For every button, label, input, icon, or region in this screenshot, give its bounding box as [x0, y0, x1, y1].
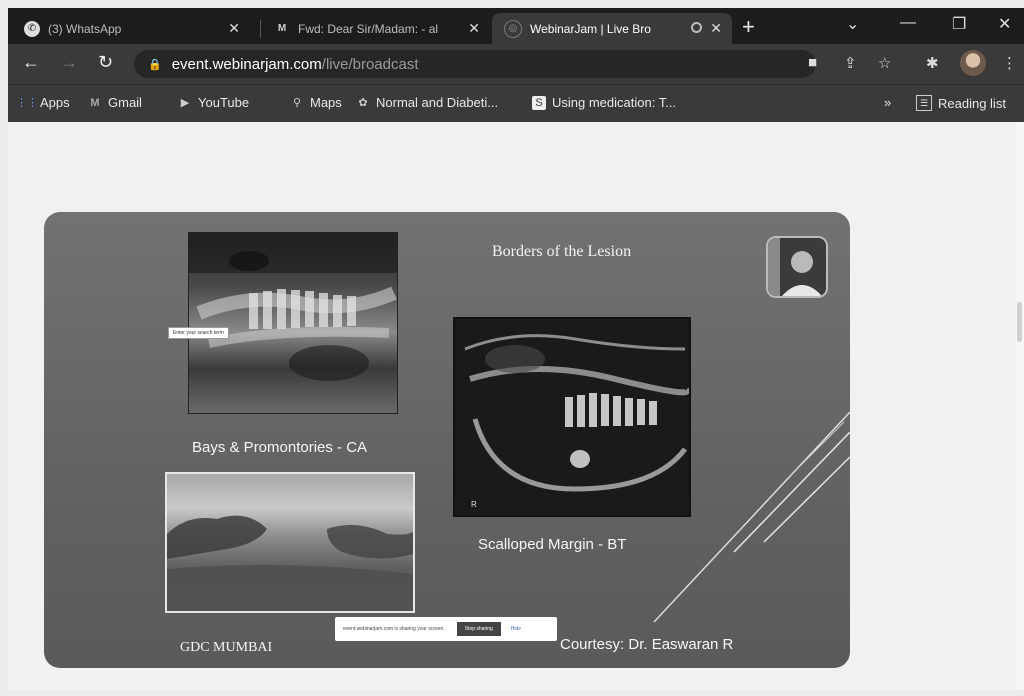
tab-title: Fwd: Dear Sir/Madam: - al [298, 21, 439, 36]
bookmark-label: Using medication: T... [552, 95, 677, 110]
share-icon[interactable]: ⇪ [844, 54, 857, 72]
bookmark-gmail[interactable]: M Gmail [88, 95, 142, 110]
coastline-photo [165, 472, 415, 613]
gmail-icon: M [277, 23, 287, 34]
tab-strip: ✆ (3) WhatsApp ✕ M Fwd: Dear Sir/Madam: … [8, 8, 1024, 44]
menu-kebab-icon[interactable]: ⋮ [1002, 54, 1017, 72]
camera-icon[interactable]: ■ [808, 54, 817, 71]
presenter-video-graphic [768, 238, 826, 296]
tab-gmail[interactable]: M Fwd: Dear Sir/Madam: - al ✕ [262, 13, 490, 44]
site-icon: S [532, 95, 546, 110]
bookmark-apps[interactable]: ⋮⋮ Apps [16, 95, 70, 110]
url-text: event.webinarjam.com/live/broadcast [172, 56, 419, 73]
profile-avatar[interactable] [960, 50, 986, 76]
footer-courtesy: Courtesy: Dr. Easwaran R [560, 636, 734, 653]
scrollbar-thumb[interactable] [1017, 302, 1022, 342]
close-icon[interactable]: ✕ [468, 20, 480, 37]
footer-gdc-mumbai: GDC MUMBAI [180, 640, 273, 655]
browser-chrome: ✆ (3) WhatsApp ✕ M Fwd: Dear Sir/Madam: … [8, 8, 1024, 123]
stop-sharing-button[interactable]: Stop sharing [456, 622, 501, 636]
apps-grid-icon: ⋮⋮ [16, 97, 38, 109]
search-tooltip: Enter your search term [168, 327, 229, 339]
share-message: event.webinarjam.com is sharing your scr… [343, 626, 445, 632]
bookmark-label: Maps [310, 95, 342, 110]
webinarjam-icon: ◎ [504, 19, 522, 38]
bookmark-label: Gmail [108, 95, 142, 110]
tab-title: (3) WhatsApp [48, 21, 122, 36]
maps-pin-icon: ⚲ [292, 97, 302, 109]
tab-search-chevron-icon[interactable]: ⌄ [846, 14, 859, 34]
restore-icon[interactable]: ❐ [952, 14, 966, 34]
address-bar[interactable]: 🔒 event.webinarjam.com/live/broadcast [134, 50, 816, 78]
reading-list-label: Reading list [938, 95, 1006, 111]
tab-title: WebinarJam | Live Bro [530, 21, 651, 36]
caption-bays-promontories: Bays & Promontories - CA [192, 439, 368, 456]
bookmark-label: Normal and Diabeti... [376, 95, 499, 110]
tab-webinarjam[interactable]: ◎ WebinarJam | Live Bro ✕ [492, 13, 732, 44]
presenter-webcam [766, 236, 828, 298]
extensions-puzzle-icon[interactable]: ✱ [926, 54, 939, 72]
bookmark-using-medication[interactable]: S Using medication: T... [532, 95, 676, 110]
new-tab-button[interactable]: + [742, 14, 755, 40]
slide-title: Borders of the Lesion [492, 243, 632, 260]
bookmark-label: Apps [40, 95, 70, 110]
window-close-icon[interactable]: ✕ [998, 14, 1011, 34]
site-icon: ✿ [358, 97, 368, 109]
youtube-icon: ▶ [180, 97, 190, 109]
bookmark-maps[interactable]: ⚲ Maps [290, 95, 342, 110]
xray-teeth-graphic [189, 233, 397, 381]
minimize-icon[interactable]: — [900, 14, 916, 32]
recording-icon [691, 22, 702, 33]
forward-button[interactable]: → [60, 52, 78, 73]
reload-button[interactable]: ↻ [98, 52, 113, 73]
url-path: /live/broadcast [321, 55, 419, 73]
decorative-diagonal-lines [653, 411, 850, 623]
reading-list-icon: ☰ [916, 95, 932, 111]
xray-side-marker: R [471, 500, 477, 509]
gmail-icon: M [90, 96, 100, 109]
presentation-slide: Enter your search term Borders of the Le… [44, 212, 850, 668]
back-button[interactable]: ← [22, 52, 40, 73]
close-icon[interactable]: ✕ [710, 20, 722, 37]
toolbar: ← → ↻ 🔒 event.webinarjam.com/live/broadc… [8, 44, 1024, 84]
dental-xray-panoramic [188, 232, 398, 414]
url-domain: event.webinarjam.com [171, 55, 322, 73]
bookmark-label: YouTube [198, 95, 250, 110]
reading-list-button[interactable]: ☰ Reading list [916, 95, 1006, 111]
close-icon[interactable]: ✕ [228, 20, 240, 37]
tab-divider [260, 20, 261, 38]
screen-share-bar: event.webinarjam.com is sharing your scr… [335, 617, 557, 641]
more-bookmarks-button[interactable]: » [884, 95, 891, 110]
tab-whatsapp[interactable]: ✆ (3) WhatsApp ✕ [12, 13, 250, 44]
lock-icon: 🔒 [148, 58, 162, 71]
bookmark-youtube[interactable]: ▶ YouTube [178, 95, 249, 110]
page-scrollbar[interactable] [1016, 122, 1024, 690]
whatsapp-icon: ✆ [24, 20, 40, 37]
bookmark-star-icon[interactable]: ☆ [878, 54, 891, 72]
bookmarks-bar: ⋮⋮ Apps M Gmail ▶ YouTube ⚲ Maps ✿ Norma… [8, 84, 1024, 123]
hide-button[interactable]: Hide [511, 626, 521, 632]
coastline-graphic [167, 515, 413, 611]
bookmark-normal-diabetic[interactable]: ✿ Normal and Diabeti... [356, 95, 498, 110]
caption-scalloped-margin: Scalloped Margin - BT [478, 536, 627, 553]
more-bookmarks-label: » [884, 95, 892, 110]
